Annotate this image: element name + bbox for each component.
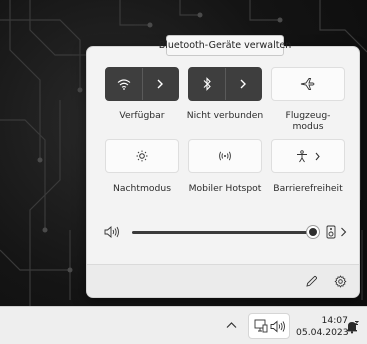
bluetooth-tooltip: Bluetooth-Geräte verwalten (159, 35, 291, 56)
hotspot-icon (218, 150, 232, 162)
speaker-icon[interactable] (104, 225, 120, 239)
mobile-hotspot-label: Mobiler Hotspot (188, 183, 262, 194)
taskbar: 14:07 05.04.2023 (0, 306, 367, 344)
night-light-tile[interactable] (105, 139, 179, 173)
wifi-expand-button[interactable] (141, 68, 179, 100)
chevron-right-icon (239, 79, 247, 89)
clock-time: 14:07 (321, 315, 348, 326)
bluetooth-label: Nicht verbunden (186, 110, 264, 121)
airplane-mode-label: Flugzeug- modus (285, 110, 331, 132)
mobile-hotspot-tile[interactable] (188, 139, 262, 173)
pencil-icon[interactable] (305, 275, 318, 288)
quick-settings-footer (87, 264, 359, 297)
airplane-icon (300, 77, 316, 91)
accessibility-tile[interactable] (271, 139, 345, 173)
network-volume-tray-group[interactable] (248, 313, 290, 339)
volume-row (104, 223, 354, 241)
bluetooth-tile (188, 67, 262, 101)
chevron-right-icon (156, 79, 164, 89)
wifi-toggle[interactable] (106, 68, 142, 100)
chevron-up-icon[interactable] (226, 321, 237, 329)
volume-slider-track[interactable] (132, 231, 312, 234)
bluetooth-toggle[interactable] (189, 68, 225, 100)
accessibility-icon (296, 149, 308, 163)
speaker-icon (270, 320, 286, 333)
quick-settings-panel: Verfügbar Nicht verbunden Flugzeug- modu… (86, 46, 360, 298)
gear-icon[interactable] (334, 275, 347, 288)
night-light-icon (136, 150, 148, 162)
bluetooth-expand-button[interactable] (224, 68, 262, 100)
audio-output-icon[interactable] (326, 225, 336, 239)
clock-date: 05.04.2023 (296, 327, 349, 338)
chevron-right-icon (314, 152, 321, 161)
wifi-label: Verfügbar (119, 110, 165, 121)
accessibility-label: Barrierefreiheit (273, 183, 343, 194)
taskbar-clock[interactable]: 14:07 05.04.2023 (296, 315, 349, 339)
volume-slider-thumb[interactable] (307, 226, 319, 238)
airplane-mode-tile[interactable] (271, 67, 345, 101)
network-icon (254, 319, 268, 333)
wifi-icon (117, 78, 131, 90)
wifi-tile (105, 67, 179, 101)
notification-bell-icon[interactable] (346, 320, 359, 334)
chevron-right-icon[interactable] (340, 227, 347, 237)
bluetooth-icon (202, 77, 212, 91)
night-light-label: Nachtmodus (113, 183, 171, 194)
